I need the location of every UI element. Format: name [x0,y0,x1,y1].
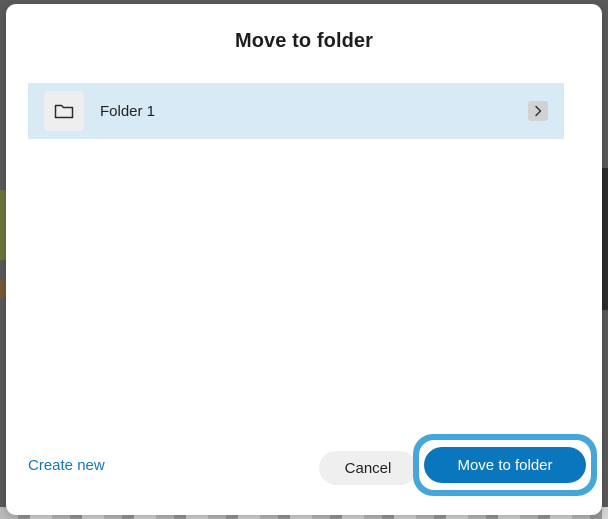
folder-row[interactable]: Folder 1 [28,83,564,139]
folder-name: Folder 1 [100,102,156,120]
dialog-title: Move to folder [234,30,374,52]
create-new-link[interactable]: Create new [28,457,105,474]
cancel-button[interactable]: Cancel [319,451,417,485]
background-image-fragment [602,168,608,310]
focus-ring: Move to folder [413,434,597,496]
folder-icon [44,91,84,131]
move-to-folder-dialog: Move to folder Folder 1 Create new Cance… [6,4,602,515]
chevron-right-icon[interactable] [528,101,548,121]
move-to-folder-button[interactable]: Move to folder [424,447,586,483]
folder-list: Folder 1 [28,83,564,139]
focus-ring-inner: Move to folder [419,440,591,490]
